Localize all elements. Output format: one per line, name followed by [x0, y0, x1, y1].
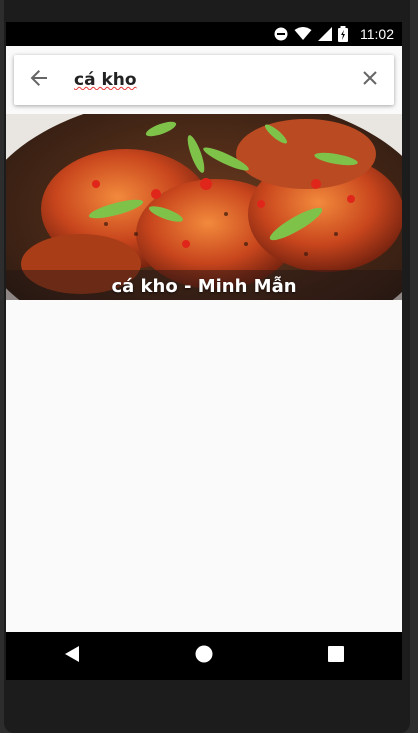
battery-charging-icon — [338, 26, 348, 42]
clear-search-button[interactable] — [346, 55, 394, 105]
back-triangle-icon — [64, 645, 80, 667]
home-circle-icon — [195, 645, 213, 667]
result-card[interactable]: cá kho - Minh Mẫn — [6, 114, 402, 300]
status-bar: 11:02 — [6, 22, 402, 46]
recents-square-icon — [328, 646, 344, 666]
navigation-bar — [6, 632, 402, 680]
nav-recents-button[interactable] — [306, 632, 366, 680]
search-bar — [14, 55, 394, 105]
do-not-disturb-icon — [274, 27, 288, 41]
nav-back-button[interactable] — [42, 632, 102, 680]
close-icon — [362, 70, 378, 90]
status-time: 11:02 — [360, 26, 394, 42]
result-caption: cá kho - Minh Mẫn — [111, 276, 297, 297]
nav-home-button[interactable] — [174, 632, 234, 680]
search-input[interactable] — [64, 65, 346, 95]
signal-icon — [318, 27, 332, 41]
wifi-icon — [294, 27, 312, 41]
arrow-left-icon — [29, 68, 49, 92]
back-button[interactable] — [14, 55, 64, 105]
